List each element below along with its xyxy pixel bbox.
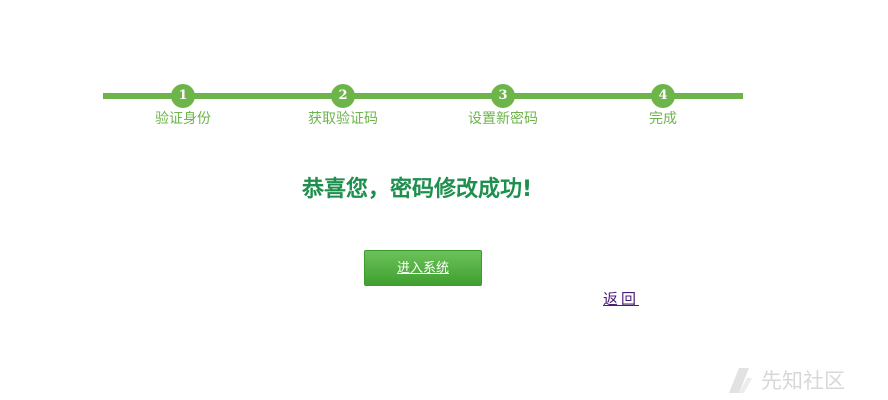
step-number-badge: 2	[331, 84, 355, 108]
watermark-text: 先知社区	[761, 369, 845, 393]
step-number-badge: 3	[491, 84, 515, 108]
step-label: 获取验证码	[308, 111, 378, 127]
step-number-badge: 4	[651, 84, 675, 108]
step-4: 4 完成	[583, 84, 743, 129]
step-label: 完成	[649, 111, 677, 127]
step-number-badge: 1	[171, 84, 195, 108]
xianzhi-logo-icon	[729, 368, 752, 393]
watermark: 先知社区	[727, 364, 845, 396]
success-message: 恭喜您，密码修改成功!	[301, 177, 533, 202]
back-link[interactable]: 返回	[603, 288, 639, 310]
step-3: 3 设置新密码	[423, 84, 583, 129]
enter-system-button[interactable]: 进入系统	[364, 250, 482, 286]
step-label: 验证身份	[155, 111, 211, 127]
step-1: 1 验证身份	[103, 84, 263, 129]
step-label: 设置新密码	[468, 111, 538, 127]
step-2: 2 获取验证码	[263, 84, 423, 129]
